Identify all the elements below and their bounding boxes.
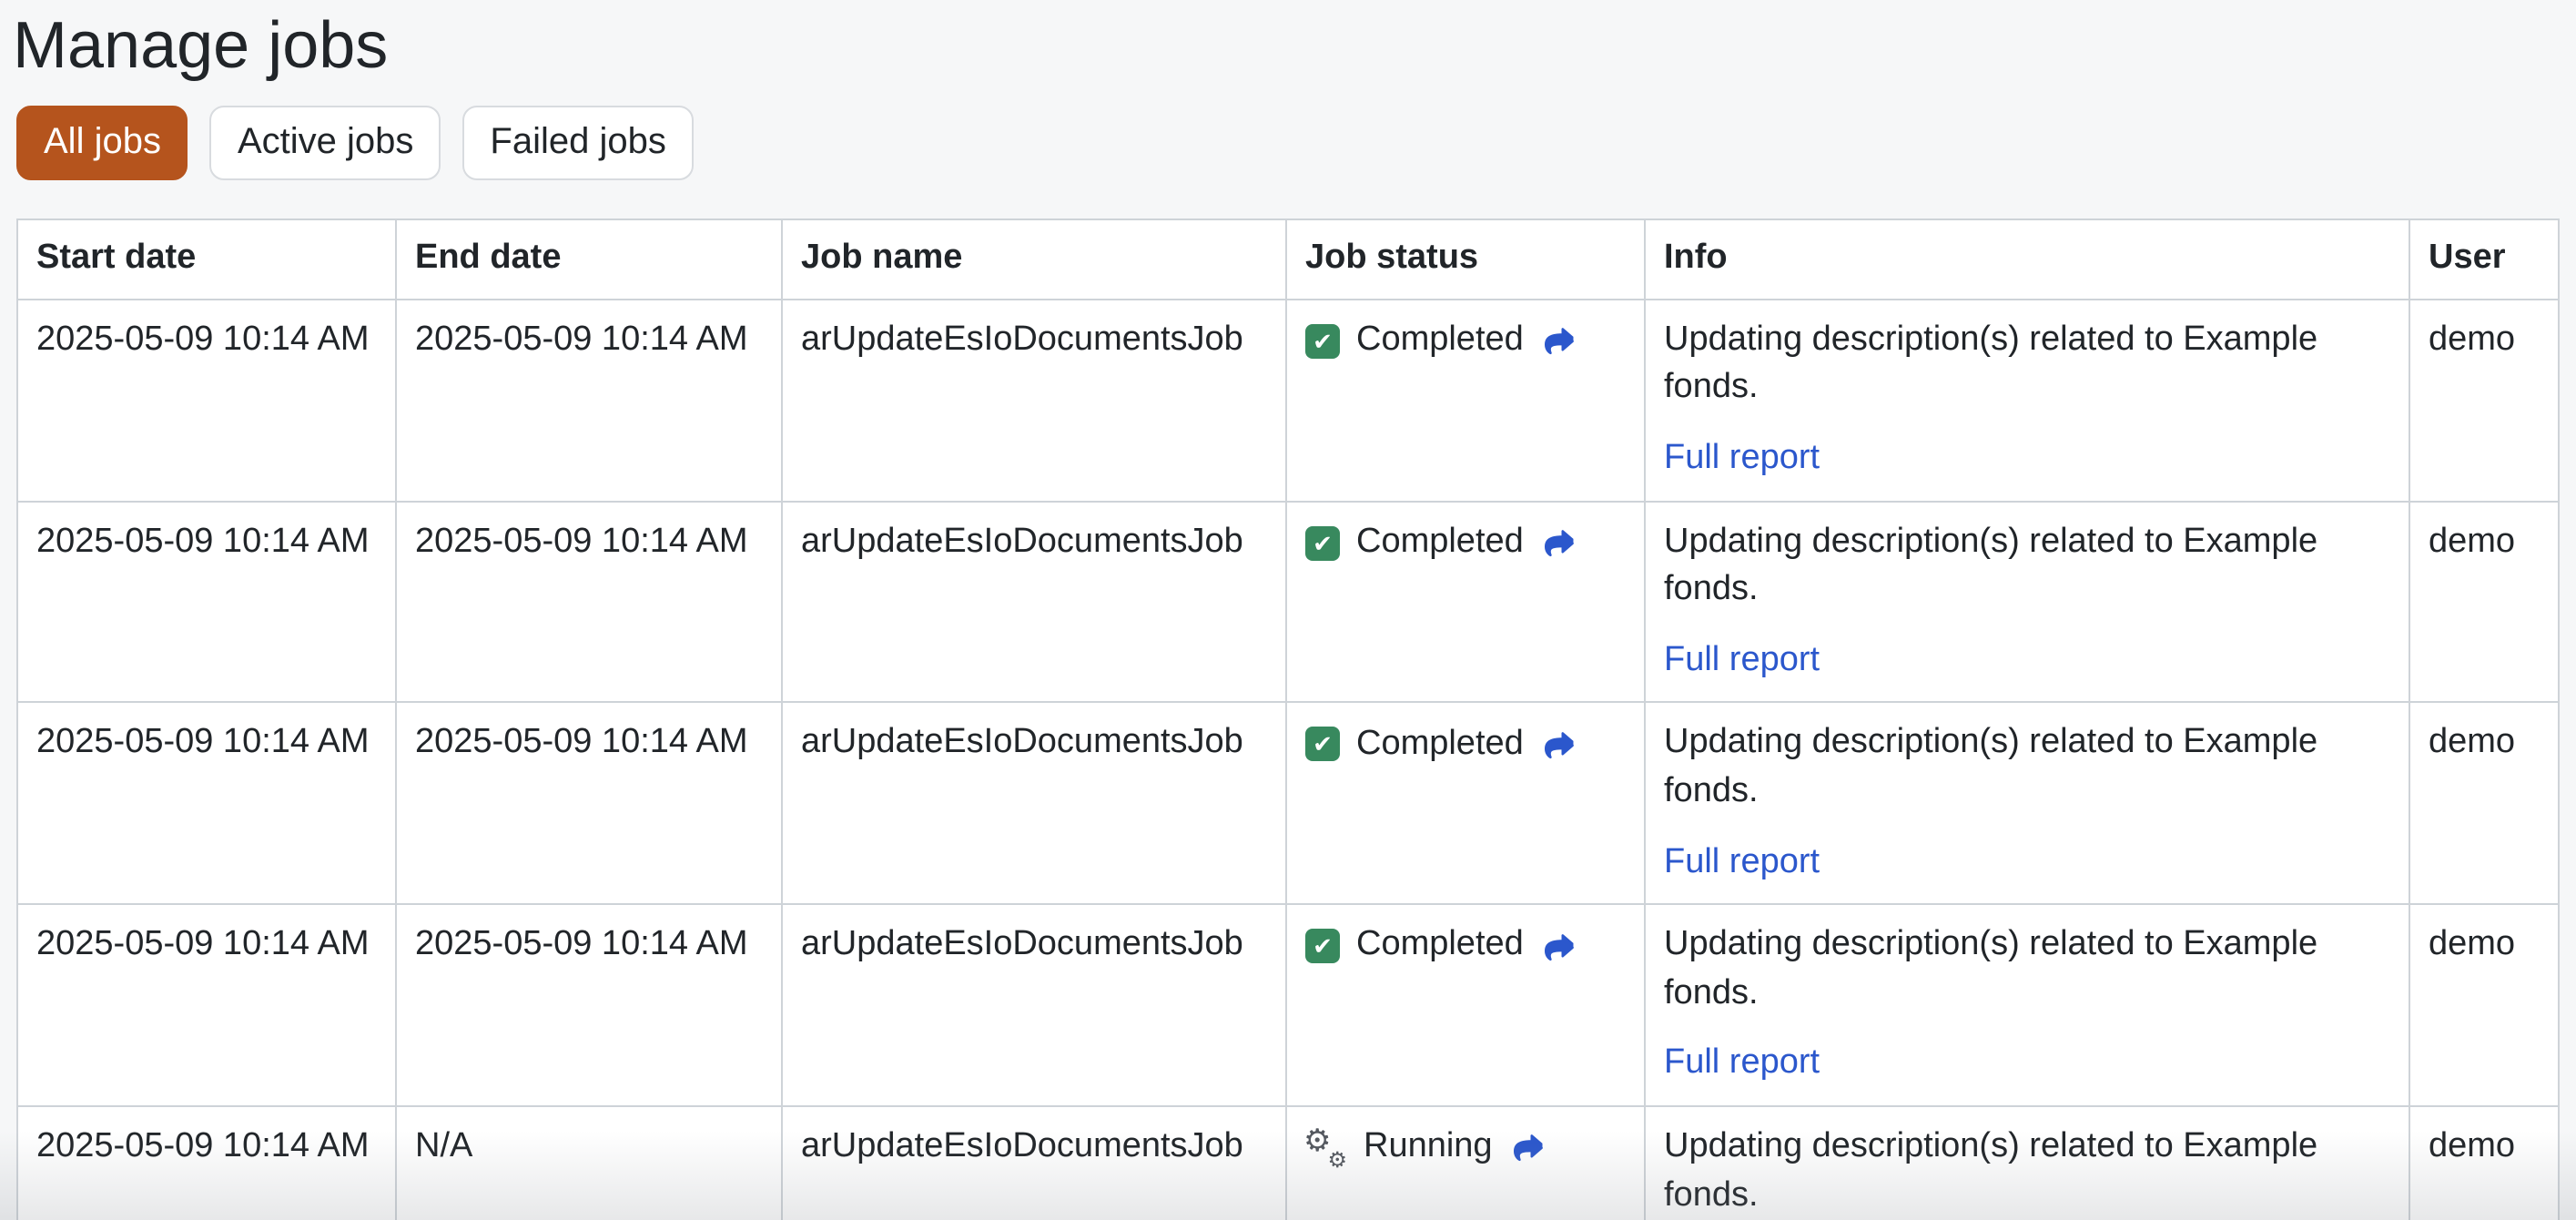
cell-job-name: arUpdateEsIoDocumentsJob bbox=[781, 298, 1287, 503]
full-report-link[interactable]: Full report bbox=[1664, 1041, 1820, 1089]
full-report-link[interactable]: Full report bbox=[1664, 637, 1820, 686]
running-gears-icon: ⚙ ⚙ bbox=[1303, 1124, 1347, 1170]
cell-info: Updating description(s) related to Examp… bbox=[1644, 1104, 2410, 1220]
job-status-label: Completed bbox=[1356, 320, 1524, 359]
completed-check-icon: ✔ bbox=[1305, 525, 1340, 561]
completed-check-icon: ✔ bbox=[1305, 323, 1340, 359]
cell-job-name: arUpdateEsIoDocumentsJob bbox=[781, 500, 1287, 704]
page-title: Manage jobs bbox=[13, 7, 389, 82]
job-info-text: Updating description(s) related to Examp… bbox=[1664, 1126, 2318, 1214]
cell-user: demo bbox=[2409, 701, 2560, 906]
job-info-text: Updating description(s) related to Examp… bbox=[1664, 723, 2318, 810]
cell-info: Updating description(s) related to Examp… bbox=[1644, 500, 2410, 704]
cell-user: demo bbox=[2409, 298, 2560, 503]
cell-job-name: arUpdateEsIoDocumentsJob bbox=[781, 1104, 1287, 1220]
job-detail-arrow-icon[interactable] bbox=[1544, 730, 1575, 759]
job-detail-arrow-icon[interactable] bbox=[1513, 1133, 1544, 1162]
table-row: 2025-05-09 10:14 AM 2025-05-09 10:14 AM … bbox=[16, 500, 2560, 704]
table-row: 2025-05-09 10:14 AM N/A arUpdateEsIoDocu… bbox=[16, 1104, 2560, 1220]
cell-info: Updating description(s) related to Examp… bbox=[1644, 701, 2410, 906]
job-detail-arrow-icon[interactable] bbox=[1544, 528, 1575, 557]
header-job-status: Job status bbox=[1285, 219, 1646, 300]
cell-job-status: ⚙ ⚙ Running bbox=[1285, 1104, 1646, 1220]
full-report-link[interactable]: Full report bbox=[1664, 435, 1820, 483]
cell-start-date: 2025-05-09 10:14 AM bbox=[16, 1104, 397, 1220]
cell-end-date: 2025-05-09 10:14 AM bbox=[395, 903, 783, 1107]
job-status-label: Completed bbox=[1356, 522, 1524, 561]
job-status-label: Running bbox=[1364, 1126, 1493, 1165]
jobs-table: Start date End date Job name Job status … bbox=[16, 219, 2560, 1220]
cell-user: demo bbox=[2409, 1104, 2560, 1220]
filter-all-jobs-button[interactable]: All jobs bbox=[16, 106, 188, 181]
table-row: 2025-05-09 10:14 AM 2025-05-09 10:14 AM … bbox=[16, 701, 2560, 906]
header-start-date: Start date bbox=[16, 219, 397, 300]
completed-check-icon: ✔ bbox=[1305, 929, 1340, 964]
cell-start-date: 2025-05-09 10:14 AM bbox=[16, 298, 397, 503]
jobs-table-header: Start date End date Job name Job status … bbox=[16, 219, 2560, 300]
cell-info: Updating description(s) related to Examp… bbox=[1644, 903, 2410, 1107]
manage-jobs-page: Manage jobs All jobs Active jobs Failed … bbox=[0, 5, 2576, 1220]
job-info-text: Updating description(s) related to Examp… bbox=[1664, 925, 2318, 1012]
cell-end-date: N/A bbox=[395, 1104, 783, 1220]
job-detail-arrow-icon[interactable] bbox=[1544, 931, 1575, 961]
table-row: 2025-05-09 10:14 AM 2025-05-09 10:14 AM … bbox=[16, 298, 2560, 503]
header-user: User bbox=[2409, 219, 2560, 300]
cell-job-status: ✔ Completed bbox=[1285, 701, 1646, 906]
job-detail-arrow-icon[interactable] bbox=[1544, 327, 1575, 356]
filter-active-jobs-button[interactable]: Active jobs bbox=[209, 106, 441, 181]
cell-end-date: 2025-05-09 10:14 AM bbox=[395, 298, 783, 503]
job-info-text: Updating description(s) related to Examp… bbox=[1664, 522, 2318, 609]
cell-info: Updating description(s) related to Examp… bbox=[1644, 298, 2410, 503]
job-status-label: Completed bbox=[1356, 724, 1524, 763]
cell-job-status: ✔ Completed bbox=[1285, 500, 1646, 704]
cell-start-date: 2025-05-09 10:14 AM bbox=[16, 903, 397, 1107]
header-info: Info bbox=[1644, 219, 2410, 300]
cell-job-name: arUpdateEsIoDocumentsJob bbox=[781, 903, 1287, 1107]
cell-user: demo bbox=[2409, 500, 2560, 704]
full-report-link[interactable]: Full report bbox=[1664, 839, 1820, 887]
cell-job-status: ✔ Completed bbox=[1285, 298, 1646, 503]
completed-check-icon: ✔ bbox=[1305, 727, 1340, 762]
cell-start-date: 2025-05-09 10:14 AM bbox=[16, 701, 397, 906]
filter-failed-jobs-button[interactable]: Failed jobs bbox=[462, 106, 694, 181]
job-filter-bar: All jobs Active jobs Failed jobs bbox=[16, 106, 2560, 181]
job-status-label: Completed bbox=[1356, 925, 1524, 964]
cell-end-date: 2025-05-09 10:14 AM bbox=[395, 701, 783, 906]
header-row: Start date End date Job name Job status … bbox=[16, 219, 2560, 300]
job-info-text: Updating description(s) related to Examp… bbox=[1664, 320, 2318, 407]
gear-icon: ⚙ bbox=[1327, 1146, 1347, 1173]
header-end-date: End date bbox=[395, 219, 783, 300]
table-row: 2025-05-09 10:14 AM 2025-05-09 10:14 AM … bbox=[16, 903, 2560, 1107]
jobs-table-body: 2025-05-09 10:14 AM 2025-05-09 10:14 AM … bbox=[16, 298, 2560, 1220]
cell-user: demo bbox=[2409, 903, 2560, 1107]
header-job-name: Job name bbox=[781, 219, 1287, 300]
cell-start-date: 2025-05-09 10:14 AM bbox=[16, 500, 397, 704]
cell-job-status: ✔ Completed bbox=[1285, 903, 1646, 1107]
cell-job-name: arUpdateEsIoDocumentsJob bbox=[781, 701, 1287, 906]
cell-end-date: 2025-05-09 10:14 AM bbox=[395, 500, 783, 704]
